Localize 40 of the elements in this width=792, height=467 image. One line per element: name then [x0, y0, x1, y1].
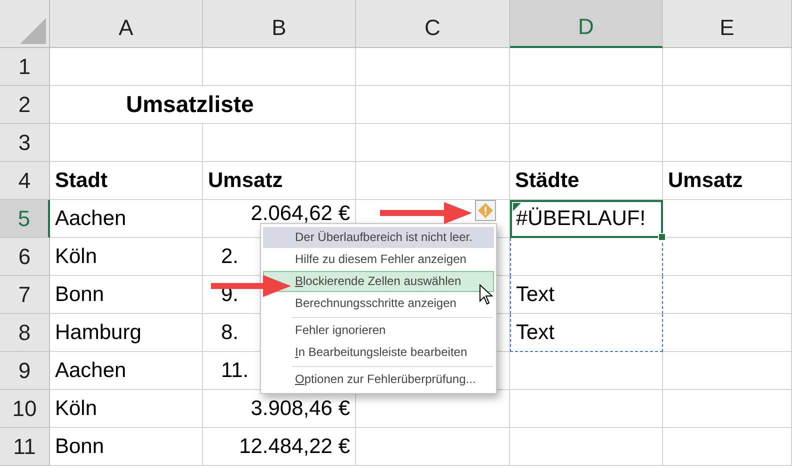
- table-cell: Hamburg: [50, 314, 203, 352]
- error-button[interactable]: [475, 200, 496, 221]
- table-cell: Text: [510, 276, 663, 314]
- row-header[interactable]: 8: [0, 314, 50, 352]
- warning-icon: [478, 203, 493, 218]
- corner-header[interactable]: [0, 0, 50, 48]
- row-header[interactable]: 1: [0, 48, 50, 86]
- table-cell: Aachen: [50, 352, 203, 390]
- table-cell: Bonn: [50, 428, 203, 466]
- row-header[interactable]: 3: [0, 124, 50, 162]
- row-header[interactable]: 5: [0, 200, 50, 238]
- cursor-icon: [479, 284, 493, 305]
- row-header[interactable]: 4: [0, 162, 50, 200]
- menu-heading: Der Überlaufbereich ist nicht leer.: [263, 227, 494, 248]
- column-header[interactable]: B: [203, 0, 356, 48]
- table-cell: 12.484,22 €: [203, 428, 356, 466]
- row-header[interactable]: 7: [0, 276, 50, 314]
- row-header[interactable]: 6: [0, 238, 50, 276]
- table-cell: Bonn: [50, 276, 203, 314]
- table-cell: Köln: [50, 238, 203, 276]
- fill-handle[interactable]: [658, 233, 666, 241]
- table-cell: Umsatz: [663, 162, 792, 200]
- row-header[interactable]: 2: [0, 86, 50, 124]
- column-header[interactable]: C: [356, 0, 510, 48]
- table-cell: Umsatzliste: [50, 86, 356, 124]
- table-cell: Köln: [50, 390, 203, 428]
- row-header[interactable]: 10: [0, 390, 50, 428]
- column-header[interactable]: D: [510, 0, 663, 48]
- column-header[interactable]: E: [663, 0, 792, 48]
- table-cell: Stadt: [50, 162, 203, 200]
- table-cell: Umsatz: [203, 162, 356, 200]
- table-cell: Aachen: [50, 200, 203, 238]
- menu-item[interactable]: Blockierende Zellen auswählen: [263, 271, 494, 292]
- table-cell: Text: [510, 314, 663, 352]
- row-header[interactable]: 9: [0, 352, 50, 390]
- active-cell[interactable]: #ÜBERLAUF!: [510, 200, 663, 238]
- row-header[interactable]: 11: [0, 428, 50, 466]
- table-cell: Städte: [510, 162, 663, 200]
- column-header[interactable]: A: [50, 0, 203, 48]
- select-all-icon[interactable]: [20, 18, 46, 44]
